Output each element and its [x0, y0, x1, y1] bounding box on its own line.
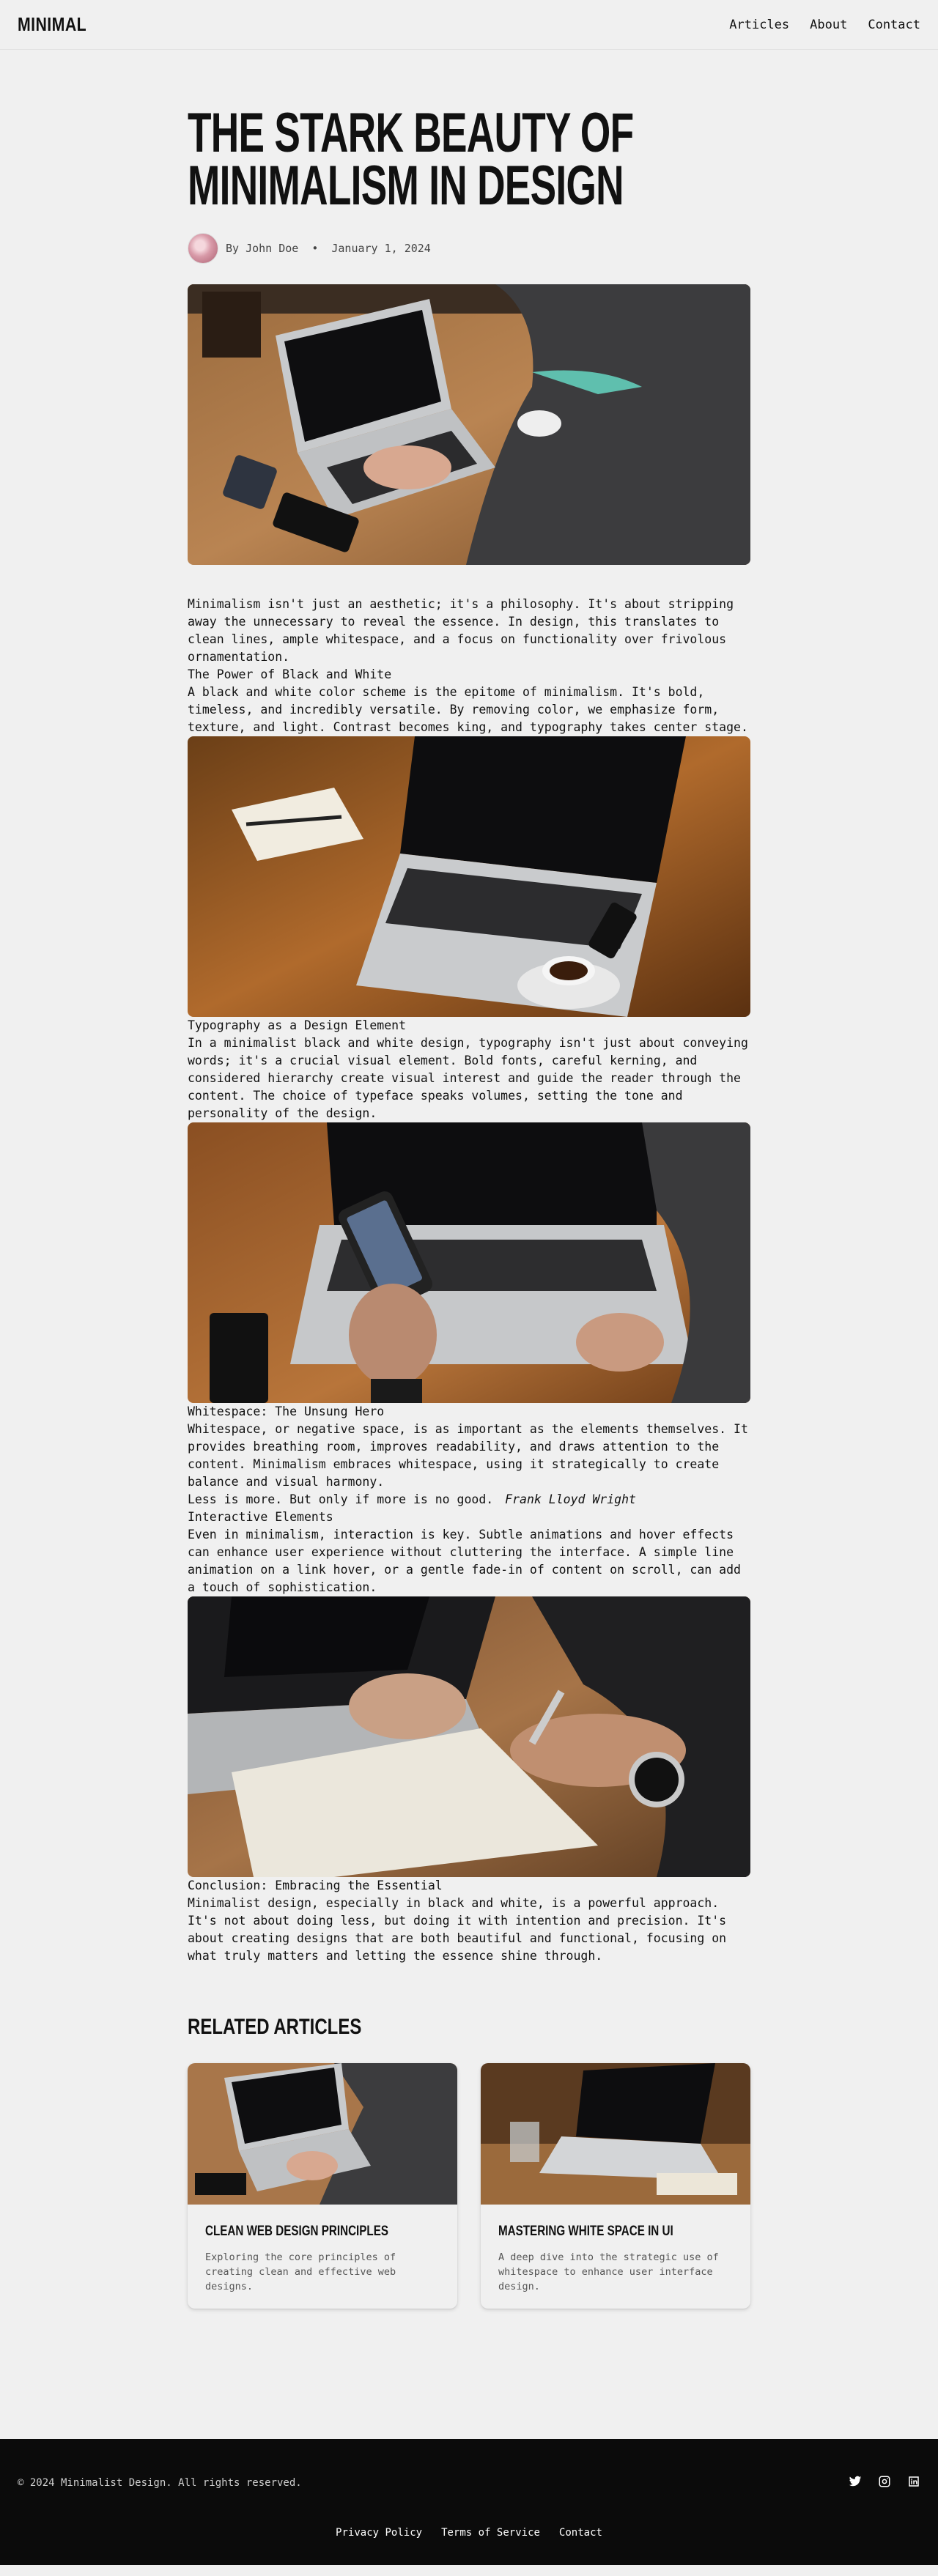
phone-laptop-image — [188, 1122, 750, 1403]
card-image — [481, 2063, 750, 2205]
footer-terms-link[interactable]: Terms of Service — [441, 2527, 540, 2539]
meta-separator: • — [311, 242, 319, 255]
section-text-interactive: Even in minimalism, interaction is key. … — [188, 1528, 741, 1594]
section-text-conclusion: Minimalist design, especially in black a… — [188, 1896, 727, 1963]
copyright: © 2024 Minimalist Design. All rights res… — [18, 2477, 302, 2489]
nav-about[interactable]: About — [810, 18, 847, 32]
related-card[interactable]: Clean Web Design Principles Exploring th… — [188, 2063, 457, 2309]
section-heading-typography: Typography as a Design Element — [188, 1018, 407, 1032]
brand-logo[interactable]: MINIMAL — [18, 13, 86, 36]
card-image — [188, 2063, 457, 2205]
footer-contact-link[interactable]: Contact — [559, 2527, 602, 2539]
twitter-icon[interactable] — [849, 2475, 862, 2491]
card-title[interactable]: Mastering White Space in UI — [498, 2224, 733, 2240]
section-text-whitespace: Whitespace, or negative space, is as imp… — [188, 1422, 748, 1489]
quote-author: Frank Lloyd Wright — [505, 1492, 636, 1506]
article-meta: By John Doe • January 1, 2024 — [188, 233, 750, 264]
nav-articles[interactable]: Articles — [729, 18, 789, 32]
pull-quote: Less is more. But only if more is no goo… — [188, 1491, 750, 1509]
article: The Stark Beauty of Minimalism in Design… — [188, 50, 750, 1965]
laptop-notebook-image — [188, 736, 750, 1017]
author-name: By John Doe — [226, 242, 299, 255]
card-title[interactable]: Clean Web Design Principles — [205, 2224, 440, 2240]
site-footer: © 2024 Minimalist Design. All rights res… — [0, 2439, 938, 2565]
author-avatar — [188, 233, 218, 264]
section-heading-black-white: The Power of Black and White — [188, 667, 392, 681]
hero-image — [188, 284, 750, 565]
section-heading-whitespace: Whitespace: The Unsung Hero — [188, 1404, 385, 1418]
footer-nav: Privacy Policy Terms of Service Contact — [18, 2527, 920, 2539]
footer-privacy-link[interactable]: Privacy Policy — [336, 2527, 422, 2539]
related-heading: Related Articles — [188, 2015, 362, 2039]
linkedin-icon[interactable] — [907, 2475, 920, 2491]
card-description: Exploring the core principles of creatin… — [205, 2251, 396, 2292]
nav-contact[interactable]: Contact — [868, 18, 920, 32]
writing-notebook-image — [188, 1596, 750, 1877]
section-text-black-white: A black and white color scheme is the ep… — [188, 685, 748, 734]
main-nav: Articles About Contact — [729, 18, 920, 32]
card-description: A deep dive into the strategic use of wh… — [498, 2251, 719, 2292]
related-card[interactable]: Mastering White Space in UI A deep dive … — [481, 2063, 750, 2309]
article-title: The Stark Beauty of Minimalism in Design — [188, 102, 634, 217]
section-heading-interactive: Interactive Elements — [188, 1510, 333, 1524]
instagram-icon[interactable] — [878, 2475, 891, 2491]
site-header: MINIMAL Articles About Contact — [0, 0, 938, 50]
publish-date: January 1, 2024 — [331, 242, 431, 255]
social-links — [849, 2475, 920, 2491]
quote-text: Less is more. But only if more is no goo… — [188, 1492, 494, 1506]
section-text-typography: In a minimalist black and white design, … — [188, 1036, 748, 1120]
intro-paragraph: Minimalism isn't just an aesthetic; it's… — [188, 597, 734, 664]
related-articles: Related Articles Clean Web Design Princi… — [188, 2015, 750, 2309]
section-heading-conclusion: Conclusion: Embracing the Essential — [188, 1879, 443, 1892]
